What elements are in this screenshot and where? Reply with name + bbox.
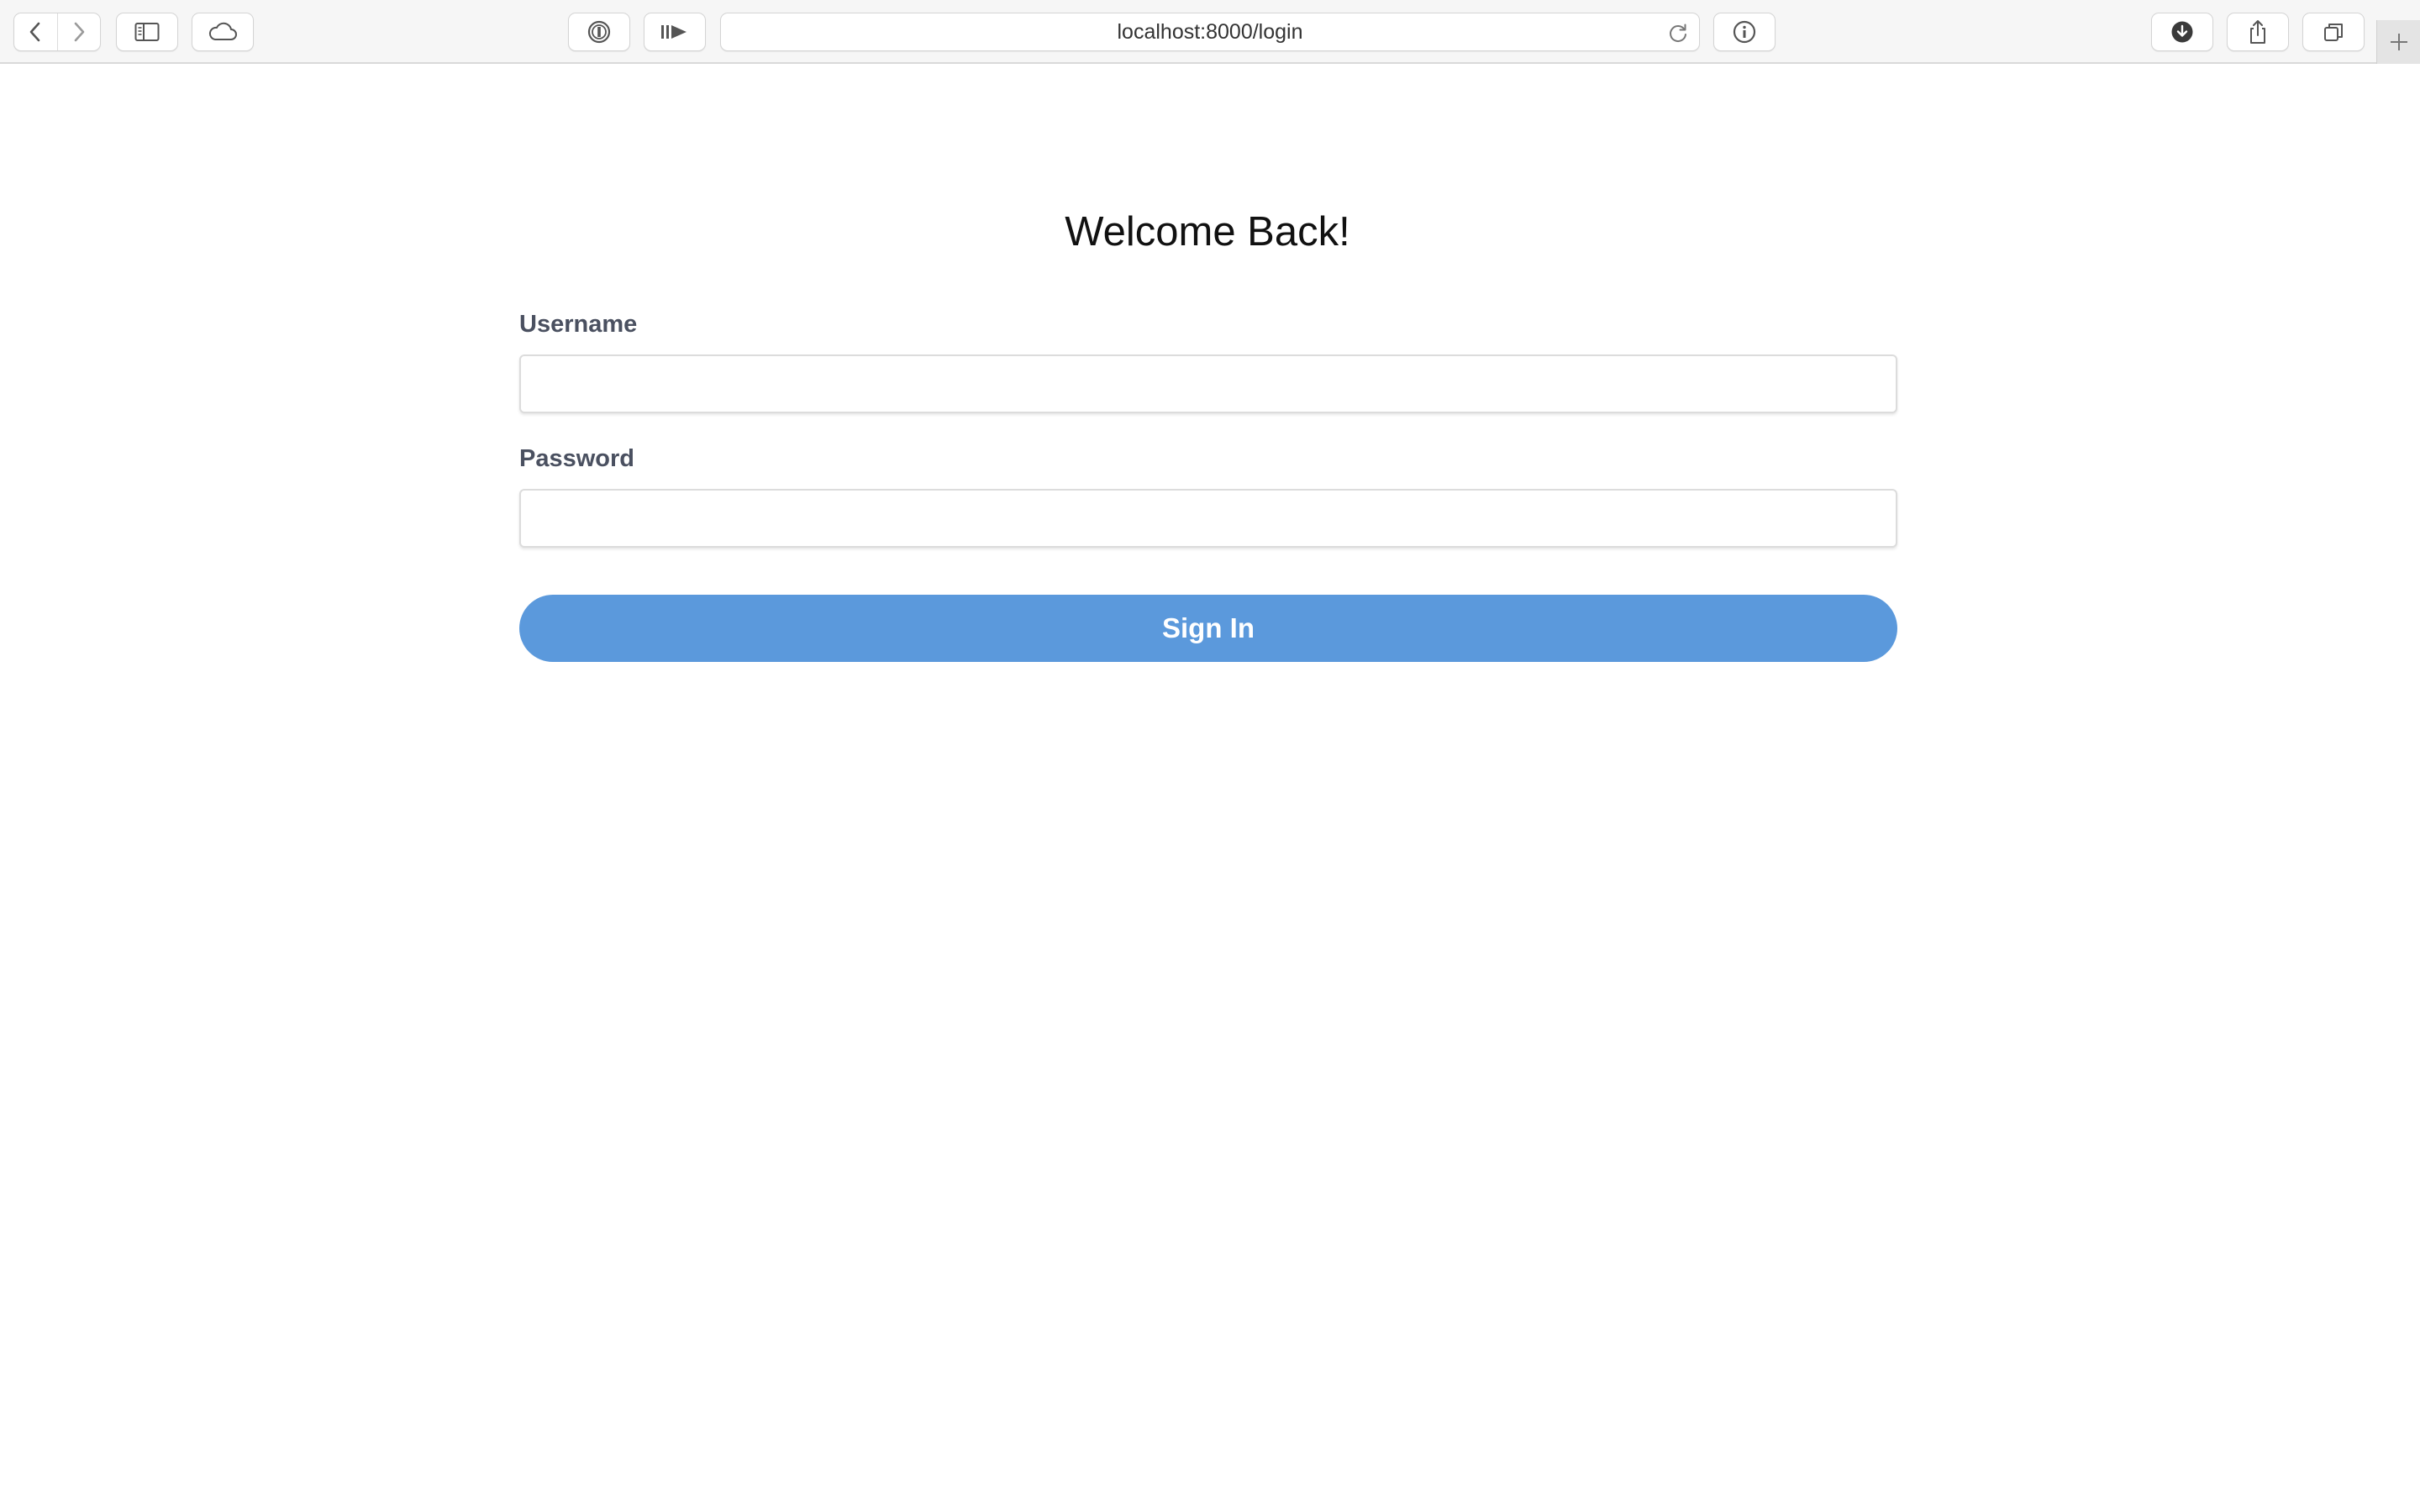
- info-icon: [1733, 20, 1756, 44]
- sidebar-icon: [134, 23, 160, 41]
- icloud-tabs-icon: [208, 22, 237, 40]
- reload-icon: [1670, 24, 1686, 42]
- 1password-icon: [587, 20, 611, 44]
- sign-in-button[interactable]: Sign In: [519, 595, 1897, 662]
- tab-overview-icon: [2324, 24, 2343, 41]
- browser-toolbar: localhost:8000/login: [0, 0, 2420, 64]
- download-icon: [2171, 21, 2193, 43]
- password-field[interactable]: [519, 489, 1897, 548]
- reader-button[interactable]: [644, 13, 706, 51]
- back-button[interactable]: [14, 13, 57, 50]
- share-icon: [2250, 20, 2265, 44]
- address-bar[interactable]: localhost:8000/login: [720, 13, 1700, 51]
- share-button[interactable]: [2227, 13, 2289, 51]
- url-text[interactable]: localhost:8000/login: [721, 13, 1699, 50]
- username-field[interactable]: [519, 354, 1897, 413]
- forward-button[interactable]: [56, 13, 101, 50]
- info-button[interactable]: [1713, 13, 1776, 51]
- icloud-tabs-button[interactable]: [192, 13, 254, 51]
- chevron-left-icon: [29, 22, 40, 42]
- navigation-buttons: [13, 13, 101, 51]
- chevron-right-icon: [74, 22, 85, 42]
- tab-overview-button[interactable]: [2302, 13, 2365, 51]
- downloads-button[interactable]: [2151, 13, 2213, 51]
- page-title: Welcome Back!: [1065, 209, 1350, 255]
- new-tab-button[interactable]: [2376, 20, 2420, 64]
- sidebar-button[interactable]: [116, 13, 178, 51]
- reader-play-icon: [661, 25, 687, 39]
- reload-button[interactable]: [1665, 20, 1691, 45]
- password-manager-button[interactable]: [568, 13, 630, 51]
- plus-icon: [2390, 34, 2407, 50]
- password-label: Password: [519, 445, 634, 472]
- username-label: Username: [519, 311, 638, 338]
